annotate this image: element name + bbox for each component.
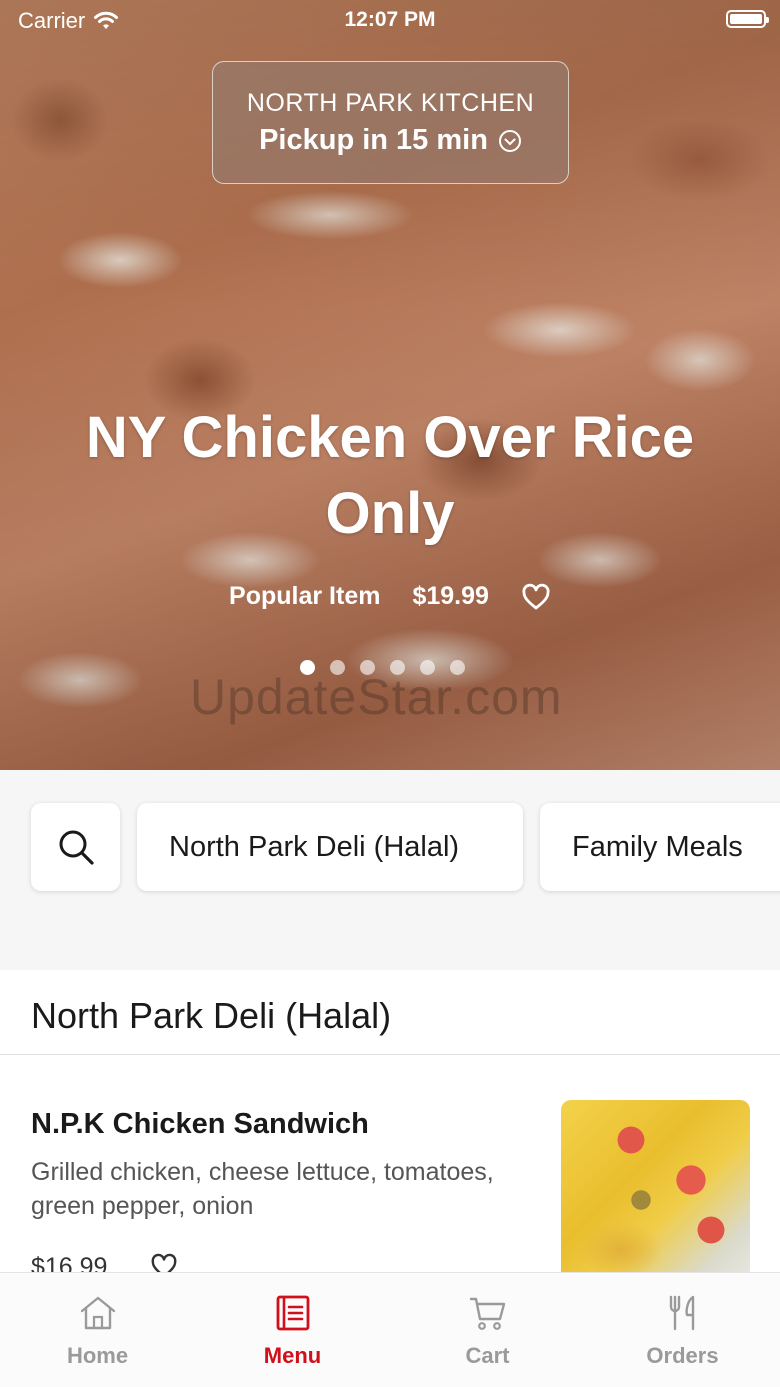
category-chip-family-meals[interactable]: Family Meals [540,803,780,891]
fork-knife-icon [669,1295,694,1331]
search-icon [59,830,94,865]
home-icon [80,1296,115,1330]
section-title: North Park Deli (Halal) [31,995,392,1036]
category-chip-north-park-deli[interactable]: North Park Deli (Halal) [137,803,523,891]
menu-item-image[interactable] [561,1100,750,1275]
menu-item-card[interactable]: N.P.K Chicken Sandwich Grilled chicken, … [0,1055,780,1275]
hero-item-title: NY Chicken Over Rice Only [85,405,695,546]
store-name: NORTH PARK KITCHEN [246,89,535,117]
popular-tag: Popular Item [229,582,381,610]
watermark: UpdateStar.com [190,669,563,725]
category-bar: North Park Deli (Halal) Family Meals [0,770,780,970]
carousel-dot[interactable] [300,660,315,675]
tab-cart-label: Cart [465,1343,510,1368]
hero-price: $19.99 [412,582,489,610]
clock: 12:07 PM [344,8,436,31]
pickup-time-label: Pickup in 15 min [259,124,488,156]
carousel-dot[interactable] [330,660,345,675]
carousel-dot[interactable] [420,660,435,675]
tab-menu[interactable]: Menu [195,1273,390,1387]
menu-item-name: N.P.K Chicken Sandwich [31,1108,369,1140]
favorite-heart-icon[interactable] [521,583,551,611]
status-bar: Carrier 12:07 PM [0,0,780,40]
carousel-dot[interactable] [450,660,465,675]
cart-icon [469,1297,505,1330]
tab-orders-label: Orders [646,1343,719,1368]
store-selector-button[interactable]: NORTH PARK KITCHEN Pickup in 15 min [212,61,569,184]
hero-item-meta: Popular Item $19.99 [0,582,780,611]
carousel-dot[interactable] [360,660,375,675]
menu-icon [276,1295,309,1331]
search-button[interactable] [31,803,120,891]
chevron-down-circle-icon [498,129,521,152]
carousel-dot[interactable] [390,660,405,675]
hero-banner[interactable]: Carrier 12:07 PM NORTH PARK KITCHEN Pick… [0,0,780,770]
battery-icon [726,10,769,28]
tab-cart[interactable]: Cart [390,1273,585,1387]
bottom-tab-bar: Home Menu Cart Orders [0,1272,780,1387]
tab-orders[interactable]: Orders [585,1273,780,1387]
tab-home[interactable]: Home [0,1273,195,1387]
tab-home-label: Home [66,1343,129,1368]
carousel-dots[interactable] [300,660,465,675]
pickup-time-row: Pickup in 15 min [213,124,568,157]
menu-item-description: Grilled chicken, cheese lettuce, tomatoe… [31,1158,494,1220]
tab-menu-label: Menu [263,1343,322,1368]
